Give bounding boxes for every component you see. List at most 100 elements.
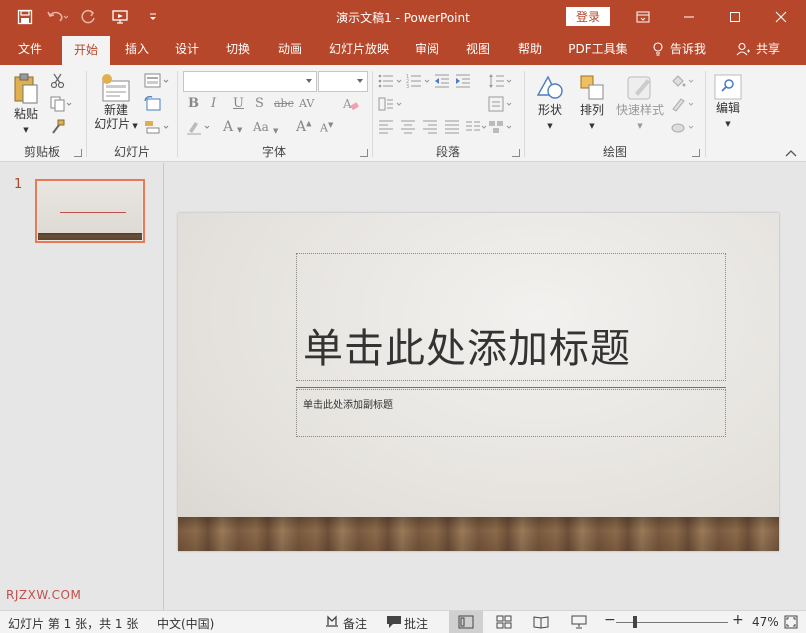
ribbon: 粘贴 ▼ 剪贴板 新建 幻灯片 ▼ 幻灯片 B I U S abc AV A A… (0, 65, 806, 162)
font-color-button[interactable]: A (223, 119, 233, 135)
tab-design[interactable]: 设计 (164, 34, 210, 65)
wood-floor-decoration (178, 517, 779, 551)
tab-file[interactable]: 文件 (6, 34, 54, 65)
char-spacing-button[interactable]: AV (299, 97, 314, 110)
grow-font-button[interactable]: A▲ (296, 119, 312, 135)
comments-button[interactable]: 批注 (404, 615, 428, 632)
editing-button[interactable]: 编辑 ▼ (710, 73, 746, 139)
share-button[interactable]: 共享 (734, 34, 784, 65)
tab-insert[interactable]: 插入 (114, 34, 160, 65)
reading-view-button[interactable] (533, 615, 549, 629)
zoom-level[interactable]: 47% (752, 615, 779, 629)
tab-pdf-tools[interactable]: PDF工具集 (561, 34, 635, 65)
tab-transitions[interactable]: 切换 (215, 34, 261, 65)
chevron-up-icon (785, 150, 797, 157)
text-shadow-button[interactable]: S (255, 96, 264, 111)
clear-formatting-button[interactable]: A (342, 96, 360, 112)
collapse-ribbon-button[interactable] (784, 147, 798, 157)
tab-help[interactable]: 帮助 (507, 34, 553, 65)
format-painter-button[interactable] (50, 119, 68, 135)
align-center-button[interactable] (400, 119, 418, 135)
notes-button[interactable]: 备注 (343, 615, 367, 632)
slide-thumbnail-pane: 1 RJZXW.COM (0, 163, 164, 610)
paragraph-group-label: 段落 (435, 145, 460, 159)
comments-button-icon-wrap[interactable] (386, 615, 402, 629)
shapes-label: 形状 (537, 103, 562, 117)
normal-view-button[interactable] (449, 611, 483, 633)
subtitle-placeholder[interactable]: 单击此处添加副标题 (296, 389, 726, 437)
paint-bucket-icon (672, 75, 694, 87)
copy-button[interactable] (50, 96, 72, 112)
align-center-icon (401, 120, 415, 134)
columns-button[interactable] (465, 119, 487, 135)
italic-button[interactable]: I (211, 96, 216, 111)
font-dialog-launcher[interactable] (360, 149, 368, 157)
shapes-button[interactable]: 形状 ▼ (532, 73, 568, 139)
change-case-dropdown[interactable]: ▼ (273, 122, 281, 138)
title-placeholder[interactable]: 单击此处添加标题 (296, 253, 726, 381)
slide-thumbnail[interactable] (35, 179, 145, 243)
increase-indent-icon (456, 74, 470, 88)
zoom-slider-thumb[interactable] (633, 616, 637, 628)
quick-styles-button[interactable]: 快速样式 ▼ (614, 73, 666, 139)
zoom-in-button[interactable]: + (732, 612, 744, 628)
drawing-dialog-launcher[interactable] (692, 149, 700, 157)
justify-icon (445, 120, 459, 134)
underline-button[interactable]: U (233, 96, 244, 111)
line-spacing-button[interactable] (488, 73, 514, 89)
arrange-button[interactable]: 排列 ▼ (574, 73, 610, 139)
align-left-button[interactable] (378, 119, 396, 135)
login-button[interactable]: 登录 (566, 7, 610, 26)
bullets-button[interactable] (378, 73, 404, 89)
arrange-icon (580, 75, 604, 100)
tab-animations[interactable]: 动画 (267, 34, 313, 65)
paste-button[interactable]: 粘贴 ▼ (8, 73, 44, 137)
language-status[interactable]: 中文(中国) (157, 615, 214, 632)
close-button[interactable] (758, 0, 804, 34)
fit-to-window-button[interactable] (784, 615, 800, 629)
new-slide-label-line1: 新建 (103, 103, 128, 117)
text-direction-button[interactable] (378, 96, 404, 112)
tab-slideshow[interactable]: 幻灯片放映 (322, 34, 396, 65)
group-separator (705, 71, 706, 157)
highlight-button[interactable] (186, 119, 212, 135)
minimize-button[interactable] (666, 0, 712, 34)
font-name-combo[interactable] (183, 71, 317, 92)
shape-outline-button[interactable] (670, 96, 696, 112)
slide-canvas[interactable]: 单击此处添加标题 单击此处添加副标题 (178, 213, 779, 551)
shape-fill-button[interactable] (670, 73, 696, 89)
section-button[interactable] (144, 119, 170, 135)
font-color-dropdown[interactable]: ▼ (237, 121, 245, 137)
slide-sorter-view-button[interactable] (496, 615, 512, 629)
maximize-button[interactable] (712, 0, 758, 34)
align-text-button[interactable] (488, 96, 514, 112)
ribbon-display-options-button[interactable] (620, 0, 666, 34)
increase-indent-button[interactable] (455, 73, 473, 89)
strikethrough-button[interactable]: abc (274, 97, 294, 110)
clipboard-dialog-launcher[interactable] (74, 149, 82, 157)
new-slide-button[interactable]: 新建 幻灯片 ▼ (92, 73, 140, 139)
zoom-out-button[interactable]: − (604, 612, 616, 628)
font-size-combo[interactable] (318, 71, 368, 92)
numbering-button[interactable]: 123 (406, 73, 432, 90)
paragraph-dialog-launcher[interactable] (512, 149, 520, 157)
bold-button[interactable]: B (188, 96, 199, 111)
cut-button[interactable] (50, 73, 68, 89)
smartart-button[interactable] (488, 119, 514, 135)
tab-view[interactable]: 视图 (455, 34, 501, 65)
shape-effects-button[interactable] (670, 119, 696, 135)
layout-button[interactable] (144, 73, 170, 89)
shrink-font-button[interactable]: A▼ (320, 121, 333, 135)
tab-review[interactable]: 审阅 (404, 34, 450, 65)
reset-slide-button[interactable] (144, 95, 162, 112)
change-case-button[interactable]: Aa (253, 120, 269, 134)
align-right-button[interactable] (422, 119, 440, 135)
subtitle-placeholder-text: 单击此处添加副标题 (303, 400, 393, 411)
notes-button-icon-wrap[interactable] (324, 615, 340, 629)
slideshow-view-button[interactable] (571, 615, 587, 629)
justify-button[interactable] (444, 119, 462, 135)
tell-me-search[interactable]: 告诉我 (650, 34, 712, 65)
decrease-indent-button[interactable] (434, 73, 452, 89)
tab-home[interactable]: 开始 (62, 36, 110, 65)
tell-me-label: 告诉我 (670, 42, 707, 56)
